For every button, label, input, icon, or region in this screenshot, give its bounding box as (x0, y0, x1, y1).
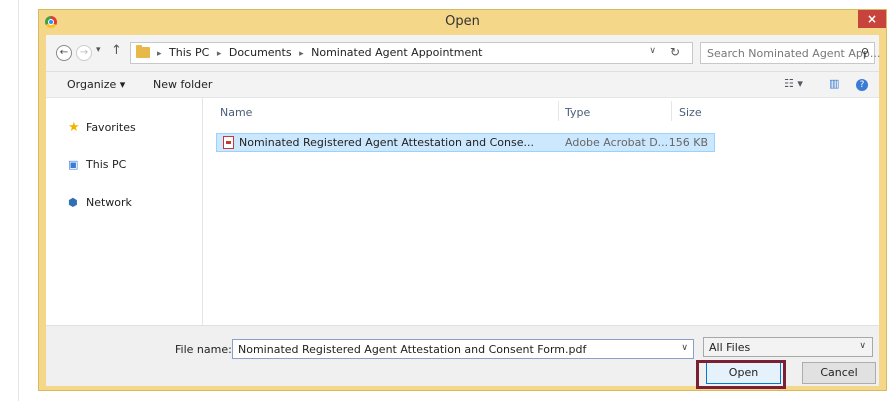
computer-icon: ▣ (68, 158, 79, 171)
cancel-button[interactable]: Cancel (802, 362, 876, 384)
forward-button[interactable]: → (76, 45, 92, 61)
folder-icon (136, 45, 150, 58)
help-icon[interactable]: ? (856, 79, 868, 91)
content-area: ★ Favorites ▣ This PC ⬢ Network Name Type S… (46, 97, 879, 326)
breadcrumb-documents[interactable]: Documents (229, 46, 292, 59)
column-divider[interactable] (558, 101, 559, 121)
close-button[interactable]: × (858, 10, 886, 28)
breadcrumb-this-pc[interactable]: This PC (169, 46, 209, 59)
recent-locations-chevron-icon[interactable]: ▾ (96, 45, 101, 55)
breadcrumb-separator: ▸ (216, 49, 222, 59)
nav-item-label: Favorites (86, 121, 136, 134)
pdf-icon (223, 136, 234, 149)
navigation-bar: ← → ▾ ↑ ▸ This PC ▸ Documents ▸ Nominate… (46, 35, 880, 71)
search-icon[interactable]: ⚲ (861, 46, 869, 59)
chevron-down-icon[interactable]: ∨ (681, 343, 688, 353)
command-toolbar: Organize ▾ New folder ☷ ▾ ▥ ? (46, 71, 879, 98)
open-file-dialog: Open × ← → ▾ ↑ ▸ This PC ▸ Documents ▸ N… (38, 9, 887, 391)
breadcrumb: ▸ This PC ▸ Documents ▸ Nominated Agent … (157, 46, 487, 59)
search-box[interactable]: Search Nominated Agent App... ⚲ (700, 42, 880, 64)
new-folder-button[interactable]: New folder (153, 78, 212, 91)
back-button[interactable]: ← (56, 45, 72, 61)
refresh-icon[interactable]: ↻ (670, 45, 680, 59)
address-bar[interactable]: ▸ This PC ▸ Documents ▸ Nominated Agent … (130, 42, 693, 64)
arrow-left-icon: ← (59, 47, 69, 58)
column-header-size[interactable]: Size (679, 106, 702, 119)
nav-item-this-pc[interactable]: ▣ This PC (68, 158, 126, 171)
dialog-body: ← → ▾ ↑ ▸ This PC ▸ Documents ▸ Nominate… (46, 35, 880, 389)
chevron-down-icon[interactable]: ∨ (649, 46, 656, 56)
preview-pane-icon[interactable]: ▥ (829, 77, 839, 90)
column-header-type[interactable]: Type (565, 106, 590, 119)
file-type-select[interactable]: All Files ∨ (703, 337, 873, 357)
search-input[interactable]: Search Nominated Agent App... (707, 47, 880, 60)
file-type-cell: Adobe Acrobat D... (565, 136, 669, 149)
file-type-value: All Files (709, 341, 751, 354)
page-left-margin (0, 0, 19, 401)
nav-item-favorites[interactable]: ★ Favorites (68, 120, 136, 135)
nav-item-label: This PC (86, 158, 127, 171)
breadcrumb-separator: ▸ (299, 49, 304, 59)
nav-item-network[interactable]: ⬢ Network (68, 196, 132, 209)
file-row-selected[interactable]: Nominated Registered Agent Attestation a… (216, 133, 715, 152)
organize-menu[interactable]: Organize ▾ (67, 78, 125, 91)
star-icon: ★ (68, 120, 80, 135)
file-name-value[interactable]: Nominated Registered Agent Attestation a… (238, 343, 586, 356)
nav-item-label: Network (86, 196, 132, 209)
arrow-right-icon: → (79, 47, 89, 58)
column-divider[interactable] (671, 101, 672, 121)
file-list: Name Type Size Nominated Registered Agen… (203, 98, 879, 326)
dialog-title: Open (445, 14, 480, 29)
file-name-label: File name: (175, 343, 232, 356)
view-options-icon[interactable]: ☷ ▾ (784, 77, 803, 90)
column-header-name[interactable]: Name (220, 106, 252, 119)
network-icon: ⬢ (68, 196, 78, 209)
file-name-field[interactable]: Nominated Registered Agent Attestation a… (232, 339, 694, 359)
breadcrumb-current-folder[interactable]: Nominated Agent Appointment (311, 46, 482, 59)
up-button[interactable]: ↑ (111, 43, 122, 58)
title-bar: Open × (39, 10, 886, 35)
breadcrumb-separator: ▸ (157, 49, 162, 59)
navigation-pane: ★ Favorites ▣ This PC ⬢ Network (46, 98, 203, 326)
chevron-down-icon[interactable]: ∨ (859, 341, 866, 351)
file-name-panel: File name: Nominated Registered Agent At… (46, 325, 879, 389)
file-size-cell: 156 KB (668, 136, 708, 149)
file-name-cell: Nominated Registered Agent Attestation a… (239, 136, 534, 149)
open-button[interactable]: Open (706, 362, 781, 384)
arrow-up-icon: ↑ (111, 43, 122, 58)
